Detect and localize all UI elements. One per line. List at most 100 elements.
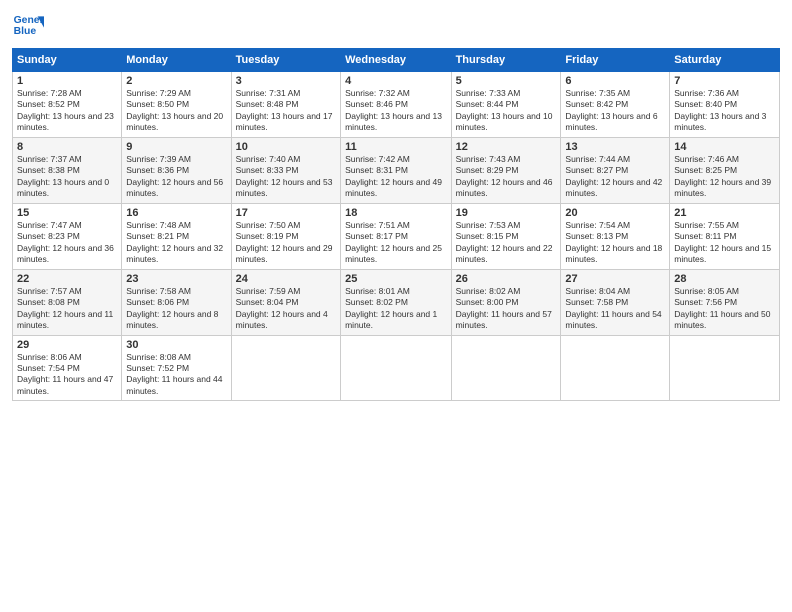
logo: General Blue bbox=[12, 10, 44, 42]
svg-text:Blue: Blue bbox=[14, 26, 37, 37]
calendar-header-row: SundayMondayTuesdayWednesdayThursdayFrid… bbox=[13, 49, 780, 72]
day-info: Sunrise: 7:46 AMSunset: 8:25 PMDaylight:… bbox=[674, 154, 775, 200]
day-number: 3 bbox=[236, 75, 336, 87]
day-info: Sunrise: 8:05 AMSunset: 7:56 PMDaylight:… bbox=[674, 286, 775, 332]
day-number: 1 bbox=[17, 75, 117, 87]
day-number: 11 bbox=[345, 141, 446, 153]
day-number: 10 bbox=[236, 141, 336, 153]
day-info: Sunrise: 8:02 AMSunset: 8:00 PMDaylight:… bbox=[456, 286, 557, 332]
day-number: 8 bbox=[17, 141, 117, 153]
calendar-cell: 15 Sunrise: 7:47 AMSunset: 8:23 PMDaylig… bbox=[13, 203, 122, 269]
calendar-cell: 11 Sunrise: 7:42 AMSunset: 8:31 PMDaylig… bbox=[341, 137, 451, 203]
day-info: Sunrise: 7:51 AMSunset: 8:17 PMDaylight:… bbox=[345, 220, 446, 266]
day-info: Sunrise: 7:53 AMSunset: 8:15 PMDaylight:… bbox=[456, 220, 557, 266]
day-number: 9 bbox=[126, 141, 226, 153]
calendar-cell: 24 Sunrise: 7:59 AMSunset: 8:04 PMDaylig… bbox=[231, 269, 340, 335]
day-number: 5 bbox=[456, 75, 557, 87]
day-info: Sunrise: 7:40 AMSunset: 8:33 PMDaylight:… bbox=[236, 154, 336, 200]
day-number: 6 bbox=[565, 75, 665, 87]
day-info: Sunrise: 7:55 AMSunset: 8:11 PMDaylight:… bbox=[674, 220, 775, 266]
day-info: Sunrise: 7:42 AMSunset: 8:31 PMDaylight:… bbox=[345, 154, 446, 200]
calendar-cell: 23 Sunrise: 7:58 AMSunset: 8:06 PMDaylig… bbox=[122, 269, 231, 335]
page-header: General Blue bbox=[12, 10, 780, 42]
day-info: Sunrise: 7:35 AMSunset: 8:42 PMDaylight:… bbox=[565, 88, 665, 134]
weekday-header: Wednesday bbox=[341, 49, 451, 72]
calendar-cell: 1 Sunrise: 7:28 AMSunset: 8:52 PMDayligh… bbox=[13, 72, 122, 138]
day-info: Sunrise: 8:08 AMSunset: 7:52 PMDaylight:… bbox=[126, 352, 226, 398]
calendar-cell: 13 Sunrise: 7:44 AMSunset: 8:27 PMDaylig… bbox=[561, 137, 670, 203]
day-number: 22 bbox=[17, 273, 117, 285]
day-number: 16 bbox=[126, 207, 226, 219]
day-number: 30 bbox=[126, 339, 226, 351]
day-info: Sunrise: 7:28 AMSunset: 8:52 PMDaylight:… bbox=[17, 88, 117, 134]
day-info: Sunrise: 7:43 AMSunset: 8:29 PMDaylight:… bbox=[456, 154, 557, 200]
day-info: Sunrise: 7:37 AMSunset: 8:38 PMDaylight:… bbox=[17, 154, 117, 200]
day-info: Sunrise: 7:44 AMSunset: 8:27 PMDaylight:… bbox=[565, 154, 665, 200]
day-number: 24 bbox=[236, 273, 336, 285]
calendar-cell: 17 Sunrise: 7:50 AMSunset: 8:19 PMDaylig… bbox=[231, 203, 340, 269]
day-number: 12 bbox=[456, 141, 557, 153]
calendar-cell: 30 Sunrise: 8:08 AMSunset: 7:52 PMDaylig… bbox=[122, 335, 231, 401]
day-number: 2 bbox=[126, 75, 226, 87]
calendar-table: SundayMondayTuesdayWednesdayThursdayFrid… bbox=[12, 48, 780, 401]
weekday-header: Monday bbox=[122, 49, 231, 72]
logo-icon: General Blue bbox=[12, 10, 44, 42]
weekday-header: Tuesday bbox=[231, 49, 340, 72]
day-number: 15 bbox=[17, 207, 117, 219]
day-info: Sunrise: 8:01 AMSunset: 8:02 PMDaylight:… bbox=[345, 286, 446, 332]
calendar-week-row: 8 Sunrise: 7:37 AMSunset: 8:38 PMDayligh… bbox=[13, 137, 780, 203]
day-number: 29 bbox=[17, 339, 117, 351]
calendar-cell: 19 Sunrise: 7:53 AMSunset: 8:15 PMDaylig… bbox=[451, 203, 561, 269]
calendar-cell bbox=[561, 335, 670, 401]
calendar-cell: 25 Sunrise: 8:01 AMSunset: 8:02 PMDaylig… bbox=[341, 269, 451, 335]
calendar-week-row: 1 Sunrise: 7:28 AMSunset: 8:52 PMDayligh… bbox=[13, 72, 780, 138]
day-number: 27 bbox=[565, 273, 665, 285]
day-number: 23 bbox=[126, 273, 226, 285]
calendar-cell: 4 Sunrise: 7:32 AMSunset: 8:46 PMDayligh… bbox=[341, 72, 451, 138]
day-number: 19 bbox=[456, 207, 557, 219]
calendar-cell bbox=[670, 335, 780, 401]
day-info: Sunrise: 7:32 AMSunset: 8:46 PMDaylight:… bbox=[345, 88, 446, 134]
day-info: Sunrise: 7:36 AMSunset: 8:40 PMDaylight:… bbox=[674, 88, 775, 134]
calendar-cell bbox=[231, 335, 340, 401]
weekday-header: Friday bbox=[561, 49, 670, 72]
calendar-cell: 2 Sunrise: 7:29 AMSunset: 8:50 PMDayligh… bbox=[122, 72, 231, 138]
calendar-cell: 9 Sunrise: 7:39 AMSunset: 8:36 PMDayligh… bbox=[122, 137, 231, 203]
day-info: Sunrise: 7:39 AMSunset: 8:36 PMDaylight:… bbox=[126, 154, 226, 200]
day-info: Sunrise: 7:58 AMSunset: 8:06 PMDaylight:… bbox=[126, 286, 226, 332]
calendar-cell: 7 Sunrise: 7:36 AMSunset: 8:40 PMDayligh… bbox=[670, 72, 780, 138]
calendar-cell bbox=[451, 335, 561, 401]
calendar-cell: 29 Sunrise: 8:06 AMSunset: 7:54 PMDaylig… bbox=[13, 335, 122, 401]
day-info: Sunrise: 7:31 AMSunset: 8:48 PMDaylight:… bbox=[236, 88, 336, 134]
calendar-cell: 3 Sunrise: 7:31 AMSunset: 8:48 PMDayligh… bbox=[231, 72, 340, 138]
day-number: 18 bbox=[345, 207, 446, 219]
calendar-body: 1 Sunrise: 7:28 AMSunset: 8:52 PMDayligh… bbox=[13, 72, 780, 401]
day-number: 26 bbox=[456, 273, 557, 285]
calendar-cell: 5 Sunrise: 7:33 AMSunset: 8:44 PMDayligh… bbox=[451, 72, 561, 138]
calendar-cell bbox=[341, 335, 451, 401]
day-info: Sunrise: 7:57 AMSunset: 8:08 PMDaylight:… bbox=[17, 286, 117, 332]
day-info: Sunrise: 8:06 AMSunset: 7:54 PMDaylight:… bbox=[17, 352, 117, 398]
day-info: Sunrise: 7:47 AMSunset: 8:23 PMDaylight:… bbox=[17, 220, 117, 266]
day-info: Sunrise: 7:48 AMSunset: 8:21 PMDaylight:… bbox=[126, 220, 226, 266]
day-info: Sunrise: 7:29 AMSunset: 8:50 PMDaylight:… bbox=[126, 88, 226, 134]
calendar-cell: 6 Sunrise: 7:35 AMSunset: 8:42 PMDayligh… bbox=[561, 72, 670, 138]
calendar-cell: 10 Sunrise: 7:40 AMSunset: 8:33 PMDaylig… bbox=[231, 137, 340, 203]
calendar-week-row: 29 Sunrise: 8:06 AMSunset: 7:54 PMDaylig… bbox=[13, 335, 780, 401]
day-info: Sunrise: 8:04 AMSunset: 7:58 PMDaylight:… bbox=[565, 286, 665, 332]
calendar-cell: 26 Sunrise: 8:02 AMSunset: 8:00 PMDaylig… bbox=[451, 269, 561, 335]
day-info: Sunrise: 7:33 AMSunset: 8:44 PMDaylight:… bbox=[456, 88, 557, 134]
day-number: 4 bbox=[345, 75, 446, 87]
weekday-header: Sunday bbox=[13, 49, 122, 72]
calendar-cell: 28 Sunrise: 8:05 AMSunset: 7:56 PMDaylig… bbox=[670, 269, 780, 335]
day-info: Sunrise: 7:50 AMSunset: 8:19 PMDaylight:… bbox=[236, 220, 336, 266]
calendar-cell: 16 Sunrise: 7:48 AMSunset: 8:21 PMDaylig… bbox=[122, 203, 231, 269]
day-info: Sunrise: 7:59 AMSunset: 8:04 PMDaylight:… bbox=[236, 286, 336, 332]
calendar-cell: 14 Sunrise: 7:46 AMSunset: 8:25 PMDaylig… bbox=[670, 137, 780, 203]
calendar-cell: 8 Sunrise: 7:37 AMSunset: 8:38 PMDayligh… bbox=[13, 137, 122, 203]
calendar-week-row: 22 Sunrise: 7:57 AMSunset: 8:08 PMDaylig… bbox=[13, 269, 780, 335]
calendar-cell: 18 Sunrise: 7:51 AMSunset: 8:17 PMDaylig… bbox=[341, 203, 451, 269]
day-number: 21 bbox=[674, 207, 775, 219]
weekday-header: Saturday bbox=[670, 49, 780, 72]
day-number: 14 bbox=[674, 141, 775, 153]
